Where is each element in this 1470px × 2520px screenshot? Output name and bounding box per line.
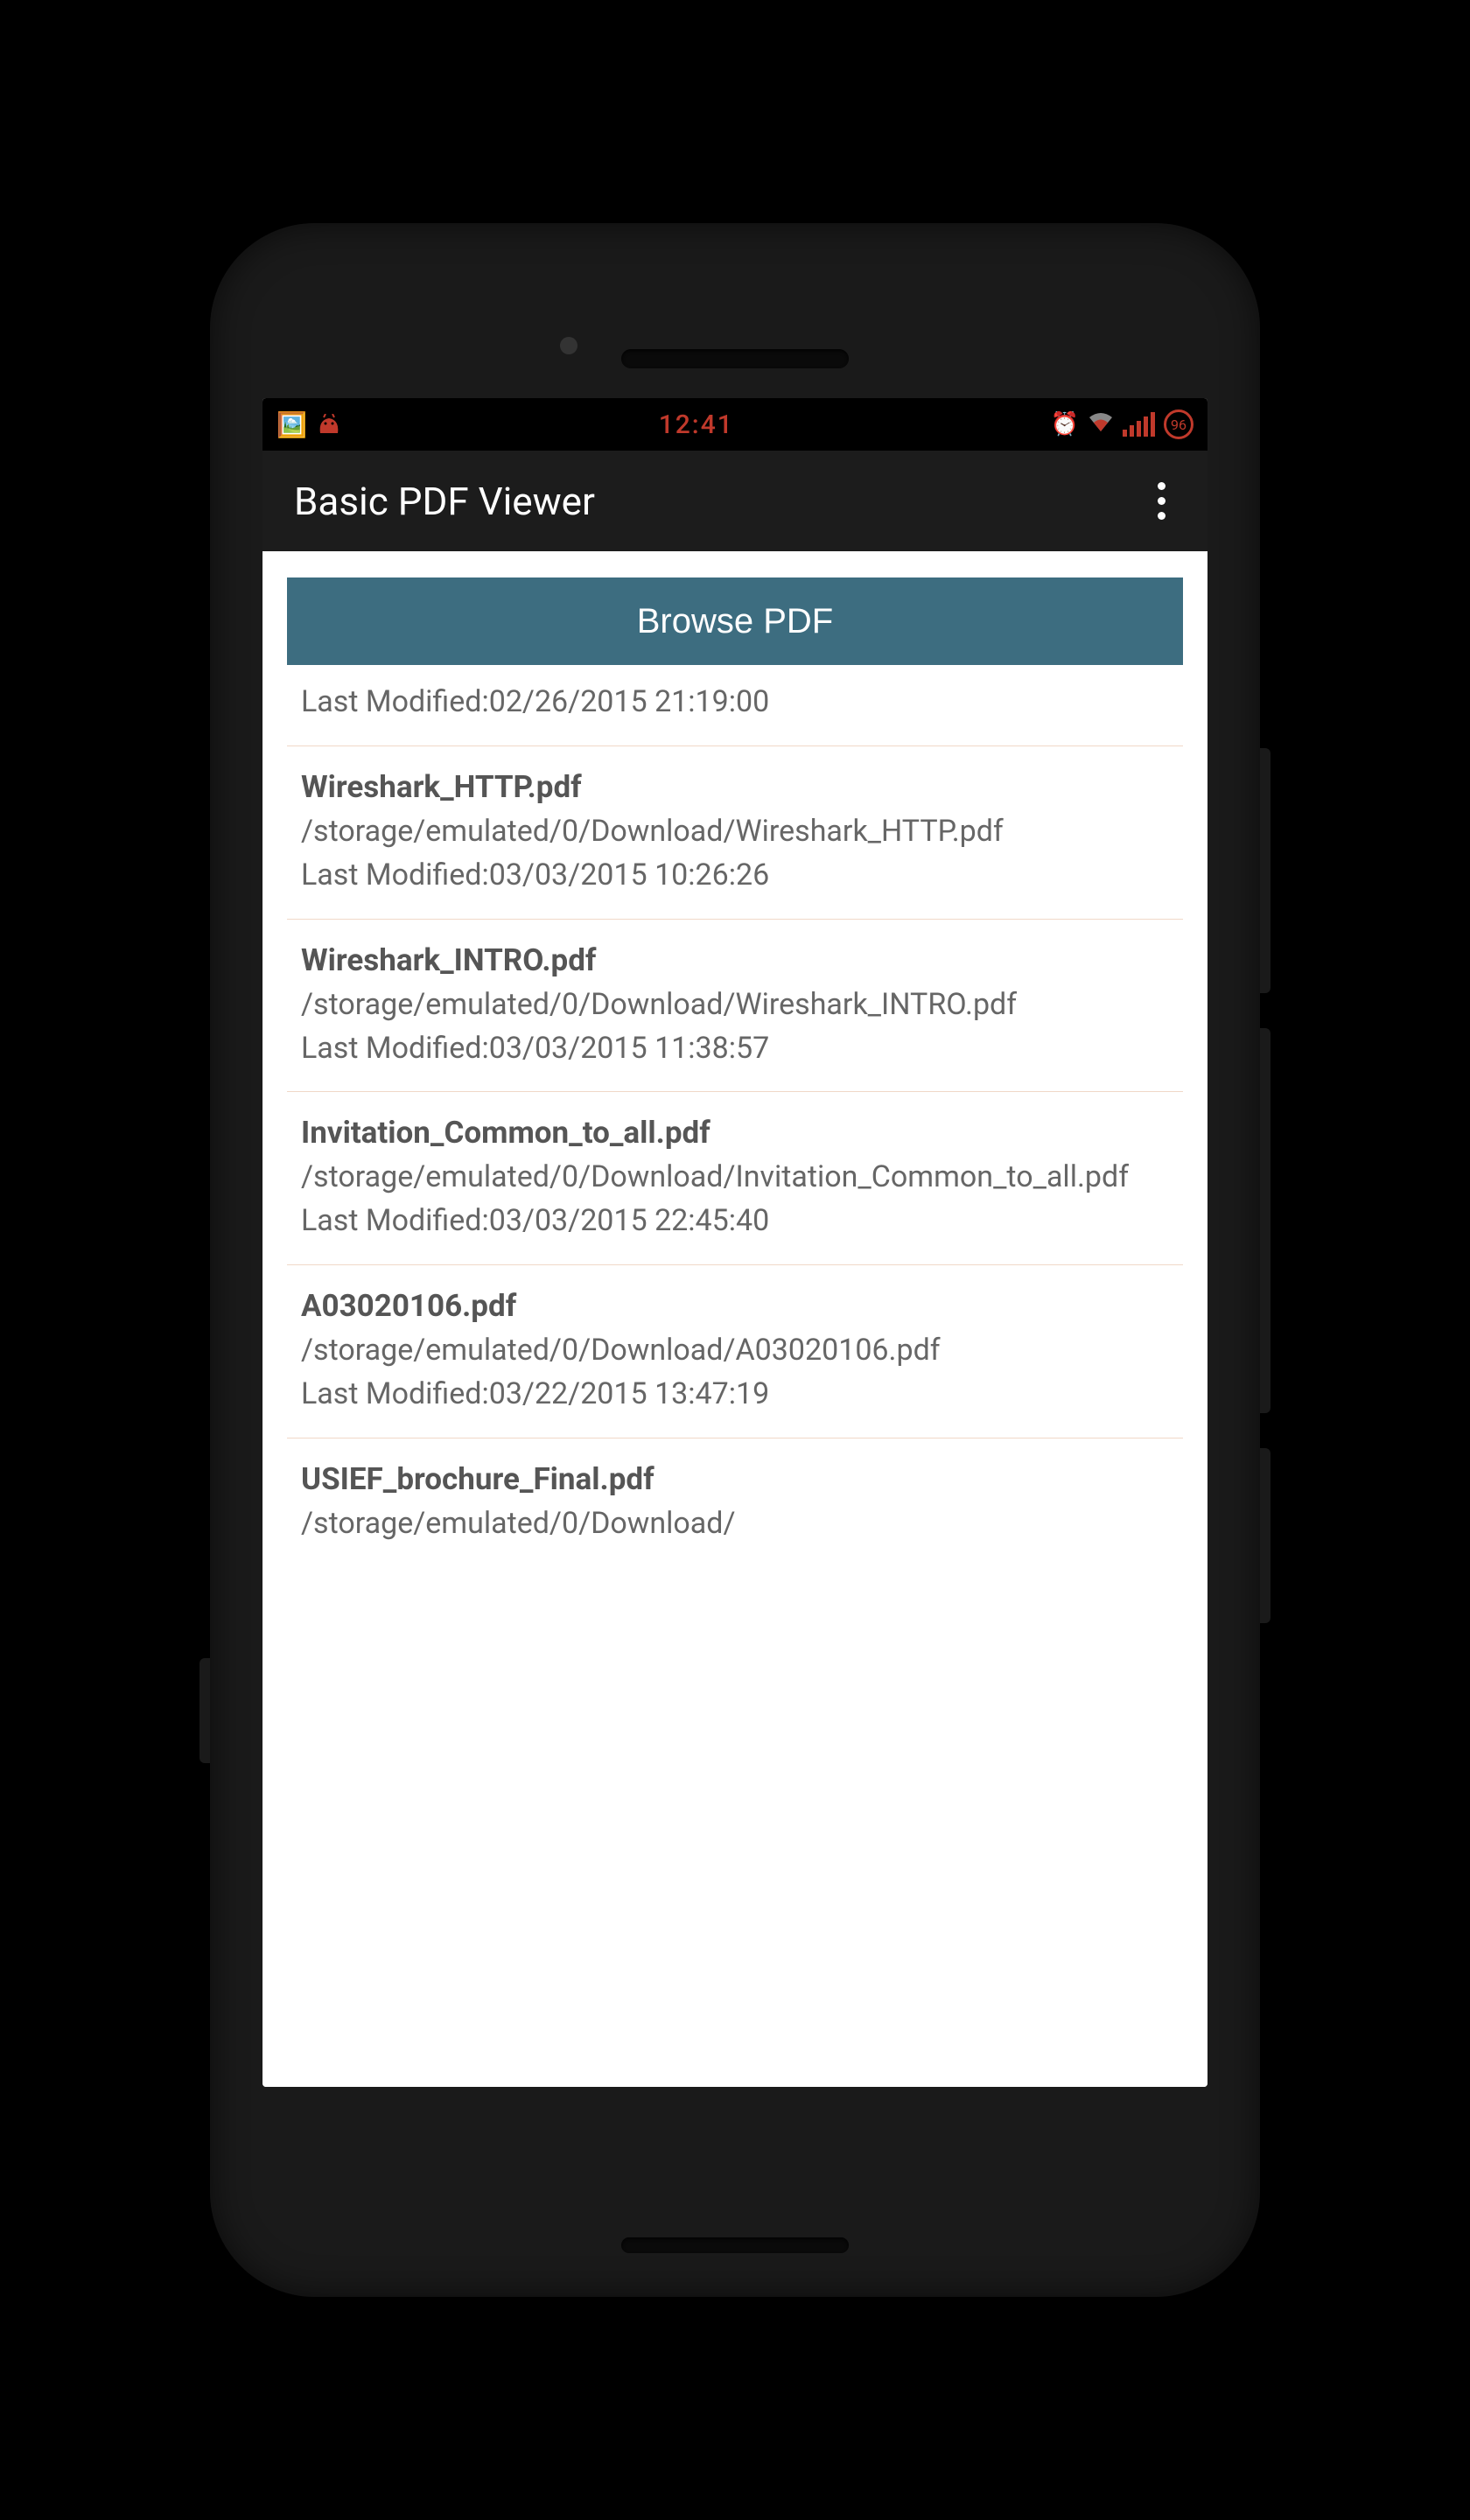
wifi-icon [1088, 410, 1114, 440]
side-button [200, 1658, 210, 1763]
status-bar: 🖼️ 12:41 ⏰ 96 [262, 398, 1208, 451]
file-path: /storage/emulated/0/Download/Invitation_… [301, 1158, 1169, 1198]
overflow-menu-icon[interactable] [1147, 472, 1176, 530]
file-title: Invitation_Common_to_all.pdf [301, 1115, 1169, 1151]
browse-section: Browse PDF [262, 551, 1208, 665]
list-item[interactable]: Invitation_Common_to_all.pdf /storage/em… [287, 1092, 1183, 1265]
speaker [621, 349, 849, 368]
screen: 🖼️ 12:41 ⏰ 96 Basic PDF Viewer Browse P [262, 398, 1208, 2087]
signal-icon [1123, 412, 1155, 437]
android-icon [316, 410, 342, 439]
file-title: Wireshark_INTRO.pdf [301, 942, 1169, 978]
gallery-icon: 🖼️ [276, 410, 307, 439]
app-bar: Basic PDF Viewer [262, 451, 1208, 551]
battery-value: 96 [1171, 416, 1186, 433]
browse-pdf-button[interactable]: Browse PDF [287, 578, 1183, 665]
status-right: ⏰ 96 [1051, 410, 1194, 440]
app-title: Basic PDF Viewer [294, 479, 595, 524]
file-modified: Last Modified:03/03/2015 22:45:40 [301, 1201, 1169, 1242]
side-button [1260, 1028, 1270, 1413]
file-path: /storage/emulated/0/Download/Wireshark_H… [301, 812, 1169, 852]
phone-top [262, 293, 1208, 398]
side-button [1260, 1448, 1270, 1623]
file-path: /storage/emulated/0/Download/Wireshark_I… [301, 985, 1169, 1026]
file-modified: Last Modified:03/22/2015 13:47:19 [301, 1375, 1169, 1415]
file-path: /storage/emulated/0/Download/ [301, 1504, 1169, 1544]
list-item[interactable]: Wireshark_HTTP.pdf /storage/emulated/0/D… [287, 746, 1183, 920]
file-path: /storage/emulated/0/Download/A03020106.p… [301, 1331, 1169, 1371]
status-time: 12:41 [342, 410, 1051, 440]
list-item[interactable]: Wireshark_INTRO.pdf /storage/emulated/0/… [287, 920, 1183, 1093]
camera-dot [560, 337, 578, 354]
list-item[interactable]: A03020106.pdf /storage/emulated/0/Downlo… [287, 1265, 1183, 1438]
side-button [1260, 748, 1270, 993]
alarm-icon: ⏰ [1051, 411, 1079, 438]
file-modified: Last Modified:03/03/2015 11:38:57 [301, 1029, 1169, 1069]
file-modified: Last Modified:03/03/2015 10:26:26 [301, 856, 1169, 896]
phone-frame: 🖼️ 12:41 ⏰ 96 Basic PDF Viewer Browse P [210, 223, 1260, 2297]
file-title: Wireshark_HTTP.pdf [301, 769, 1169, 805]
content: Browse PDF Last Modified:02/26/2015 21:1… [262, 551, 1208, 2087]
list-item[interactable]: Last Modified:02/26/2015 21:19:00 [287, 665, 1183, 746]
file-modified: Last Modified:02/26/2015 21:19:00 [301, 682, 1169, 723]
list-item[interactable]: USIEF_brochure_Final.pdf /storage/emulat… [287, 1438, 1183, 1571]
file-title: A03020106.pdf [301, 1288, 1169, 1324]
bottom-speaker [621, 2237, 849, 2253]
battery-icon: 96 [1164, 410, 1194, 439]
file-title: USIEF_brochure_Final.pdf [301, 1461, 1169, 1497]
file-list[interactable]: Last Modified:02/26/2015 21:19:00 Wiresh… [262, 665, 1208, 1571]
status-left: 🖼️ [276, 410, 342, 439]
